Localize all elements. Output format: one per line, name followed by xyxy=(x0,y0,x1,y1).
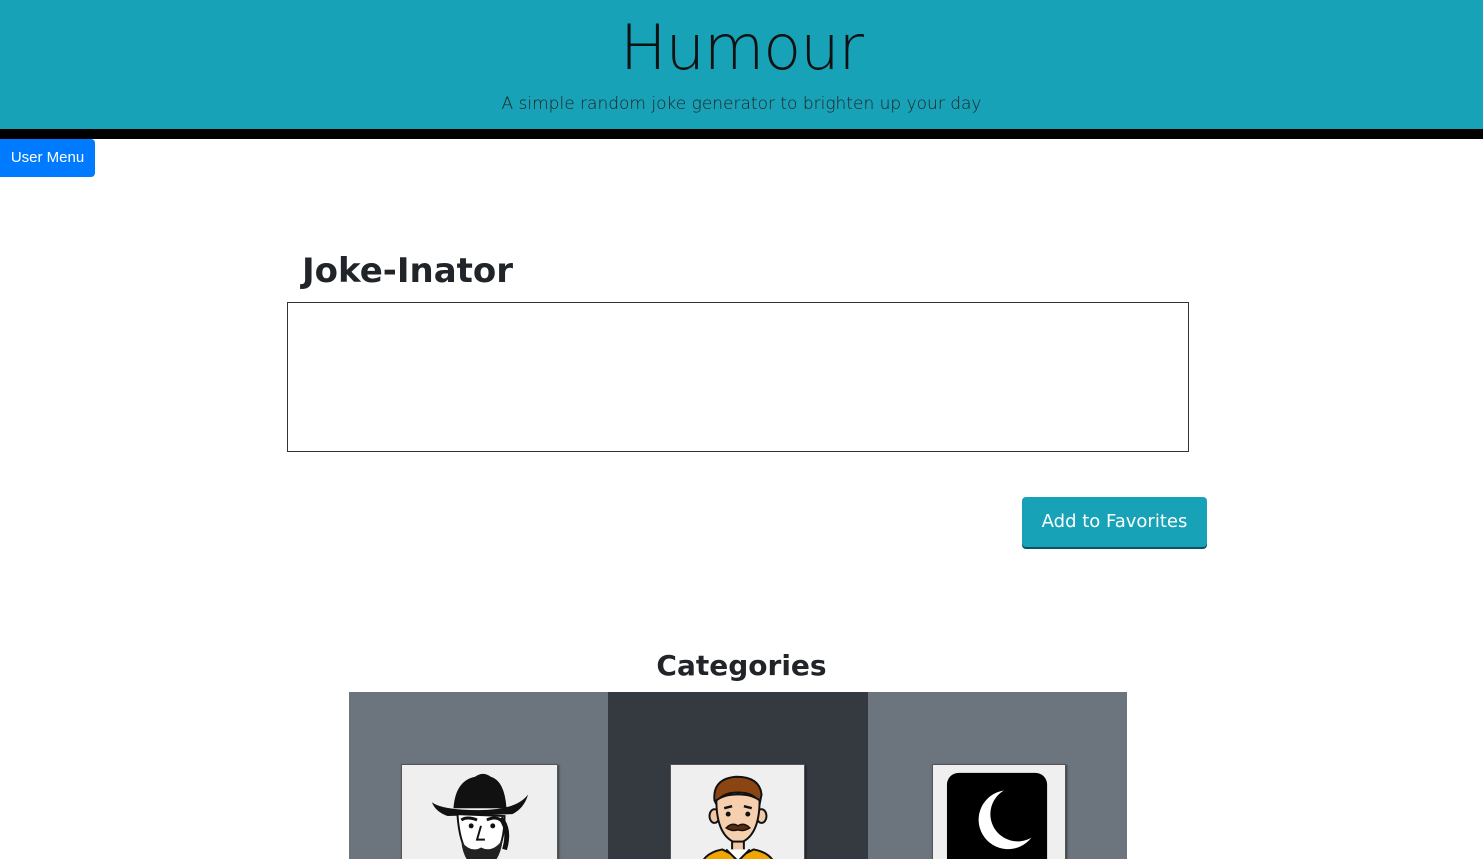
crescent-moon-icon xyxy=(946,772,1048,859)
category-card-mustache-man[interactable] xyxy=(670,764,805,859)
categories-title: Categories xyxy=(656,649,827,682)
category-card-moon[interactable] xyxy=(932,764,1066,859)
site-title: Humour xyxy=(619,11,864,84)
site-header: Humour A simple random joke generator to… xyxy=(0,0,1483,129)
category-card-cowboy[interactable] xyxy=(401,764,558,859)
user-menu-button[interactable]: User Menu xyxy=(0,139,95,177)
add-to-favorites-button[interactable]: Add to Favorites xyxy=(1022,497,1207,547)
cowboy-portrait-icon xyxy=(431,773,529,859)
mustache-man-icon xyxy=(702,775,774,859)
header-divider xyxy=(0,129,1483,139)
joke-display-box xyxy=(287,302,1189,452)
site-subtitle: A simple random joke generator to bright… xyxy=(501,94,982,114)
category-slot-2 xyxy=(608,692,868,859)
categories-carousel xyxy=(349,692,1127,859)
joke-section-title: Joke-Inator xyxy=(302,251,514,291)
category-slot-1 xyxy=(349,692,608,859)
category-slot-3 xyxy=(868,692,1127,859)
